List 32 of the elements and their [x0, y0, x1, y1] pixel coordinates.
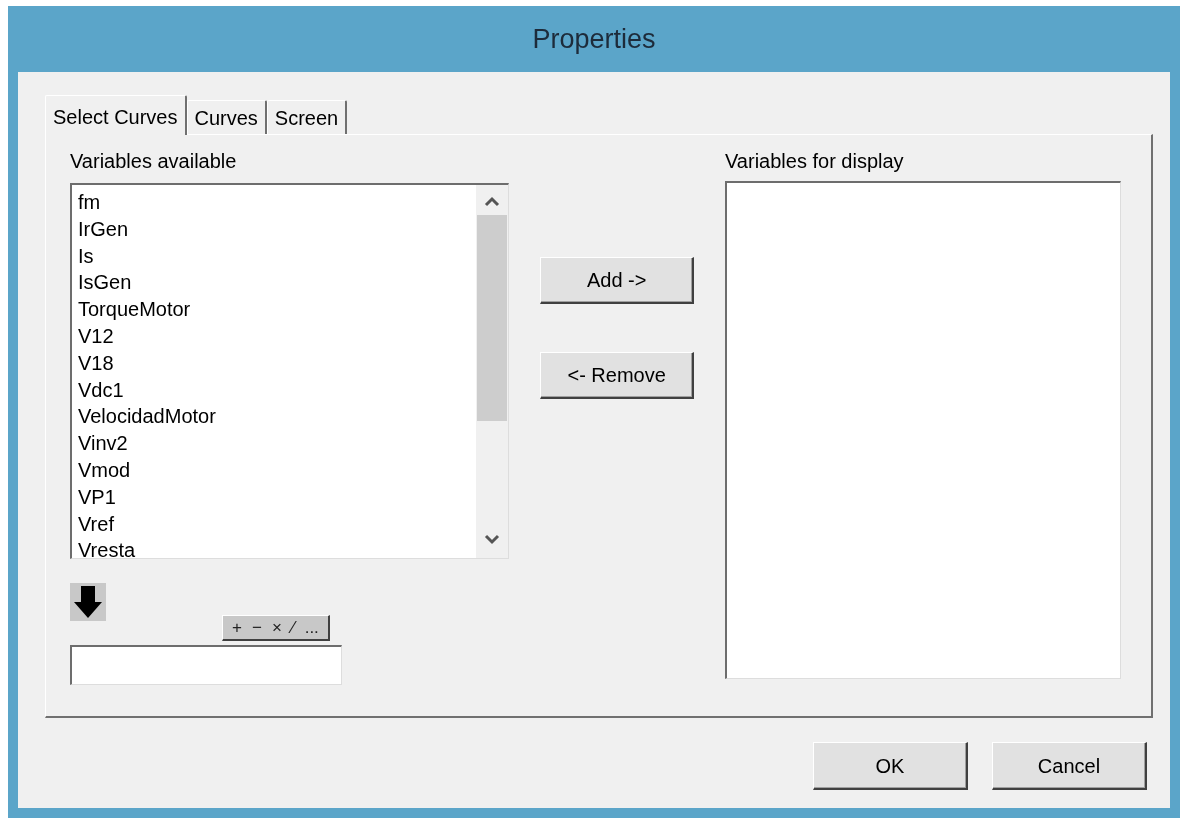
dialog-button[interactable]: OK [813, 742, 968, 790]
tab[interactable]: Select Curves [45, 95, 187, 135]
list-item[interactable]: TorqueMotor [72, 296, 477, 323]
list-item[interactable]: VelocidadMotor [72, 403, 477, 431]
list-item[interactable]: VP1 [72, 483, 477, 511]
operator-button[interactable]: + [227, 617, 247, 638]
list-item[interactable]: Is [72, 242, 477, 270]
operator-button[interactable]: ... [299, 617, 324, 638]
window-title: Properties [531, 22, 657, 56]
list-label: Variables available [70, 149, 238, 174]
list-item[interactable]: V12 [72, 323, 477, 350]
dialog-button[interactable]: Cancel [992, 742, 1147, 790]
variables-list[interactable]: fm IrGen Is IsGen TorqueMotor V12 V18 Vdc1 VelocidadMotor Vinv2 Vmod VP1 Vref Vresta [70, 183, 510, 559]
scrollbar[interactable] [476, 185, 509, 558]
list-item[interactable]: IsGen [72, 269, 477, 297]
list-item[interactable]: IrGen [72, 215, 477, 243]
transfer-button[interactable]: Add -> [540, 257, 694, 304]
operator-button[interactable]: × [266, 617, 287, 638]
list-item[interactable]: Vref [72, 510, 477, 538]
transfer-button[interactable]: <- Remove [540, 352, 694, 399]
operator-button[interactable]: − [246, 617, 267, 638]
list-item[interactable]: V18 [72, 349, 477, 377]
tab[interactable]: Screen [266, 100, 348, 134]
operator-button[interactable]: ⁄ [286, 617, 300, 638]
list-item[interactable]: Vdc1 [72, 376, 477, 404]
list-item[interactable]: Vmod [72, 456, 477, 484]
list-label: Variables for display [725, 149, 905, 174]
list-item[interactable]: fm [72, 189, 477, 216]
list-item[interactable]: Vinv2 [72, 430, 477, 457]
tab[interactable]: Curves [186, 100, 267, 134]
scroll-thumb[interactable] [477, 215, 508, 421]
expression-field[interactable] [70, 645, 342, 685]
